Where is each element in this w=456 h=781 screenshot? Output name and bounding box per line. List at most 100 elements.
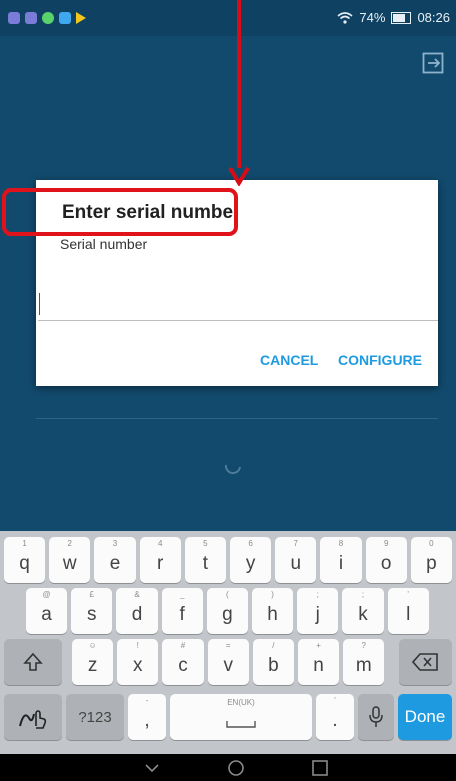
notification-icons xyxy=(8,12,86,24)
key-e[interactable]: 3e xyxy=(94,537,136,583)
key-hint: ☺ xyxy=(88,641,97,650)
backspace-key[interactable] xyxy=(399,639,452,685)
key-hint: - xyxy=(145,696,149,705)
key-y[interactable]: 6y xyxy=(230,537,272,583)
key-n[interactable]: + n xyxy=(298,639,340,685)
key-hint: 5 xyxy=(203,539,208,548)
recents-icon[interactable] xyxy=(310,758,330,778)
key-k[interactable]: ; k xyxy=(342,588,384,634)
key-w[interactable]: 2w xyxy=(49,537,91,583)
key-label: i xyxy=(338,553,344,574)
period-key[interactable]: ' . xyxy=(316,694,354,740)
shift-key[interactable] xyxy=(4,639,62,685)
key-hint: 9 xyxy=(383,539,389,548)
key-hint: ( xyxy=(226,590,229,599)
key-hint: + xyxy=(316,641,321,650)
key-d[interactable]: & d xyxy=(116,588,158,634)
key-i[interactable]: 8i xyxy=(320,537,362,583)
key-g[interactable]: (g xyxy=(206,588,248,634)
key-label: z xyxy=(87,655,98,676)
annotation-highlight-box xyxy=(2,188,238,236)
key-hint: 6 xyxy=(248,539,253,548)
key-j[interactable]: ; j xyxy=(297,588,339,634)
battery-percentage: 74% xyxy=(359,10,386,25)
key-label: t xyxy=(202,553,209,574)
notification-app-icon xyxy=(8,12,20,24)
key-label: n xyxy=(313,655,324,676)
navigation-bar xyxy=(0,754,456,781)
key-m[interactable]: ? m xyxy=(343,639,385,685)
key-b[interactable]: / b xyxy=(252,639,294,685)
space-language-label: EN(UK) xyxy=(227,698,255,707)
key-hint: 3 xyxy=(112,539,118,548)
key-v[interactable]: = v xyxy=(207,639,249,685)
symbols-key[interactable]: ?123 xyxy=(66,694,124,740)
key-hint: 2 xyxy=(67,539,72,548)
keyboard: 1q2w3e4r5t6y7u8i9o0p @ a £ s & d _ f(g) h; j; k ' l … xyxy=(0,531,456,754)
key-label: d xyxy=(131,604,143,625)
back-icon[interactable] xyxy=(142,758,162,778)
key-label: v xyxy=(223,655,233,676)
key-x[interactable]: ! x xyxy=(117,639,159,685)
key-hint: 0 xyxy=(429,539,434,548)
key-label: k xyxy=(358,604,368,625)
key-label: g xyxy=(222,604,233,625)
key-label: r xyxy=(157,553,164,574)
key-o[interactable]: 9o xyxy=(365,537,407,583)
notification-app-icon xyxy=(42,12,54,24)
key-u[interactable]: 7u xyxy=(275,537,317,583)
key-z[interactable]: ☺ z xyxy=(72,639,114,685)
space-key[interactable]: EN(UK) xyxy=(170,694,312,740)
home-icon[interactable] xyxy=(226,758,246,778)
key-h[interactable]: ) h xyxy=(252,588,294,634)
loading-spinner xyxy=(224,464,241,475)
key-hint: # xyxy=(180,641,186,650)
key-label: h xyxy=(267,604,278,625)
voice-input-key[interactable] xyxy=(358,694,394,740)
key-label: c xyxy=(178,655,188,676)
serial-number-label: Serial number xyxy=(60,236,148,252)
key-hint: & xyxy=(134,590,140,599)
key-f[interactable]: _ f xyxy=(161,588,203,634)
swype-key[interactable] xyxy=(4,694,62,740)
key-s[interactable]: £ s xyxy=(71,588,113,634)
swype-icon xyxy=(19,710,47,729)
key-hint: @ xyxy=(42,590,51,599)
comma-key[interactable]: - , xyxy=(128,694,166,740)
clock: 08:26 xyxy=(417,10,450,25)
key-hint: ; xyxy=(316,590,319,599)
key-label: . xyxy=(332,710,338,731)
key-hint: ' xyxy=(407,590,409,599)
key-p[interactable]: 0p xyxy=(410,537,452,583)
key-hint: 7 xyxy=(293,539,298,548)
backspace-icon xyxy=(412,653,438,671)
notification-app-icon xyxy=(59,12,71,24)
key-hint: ? xyxy=(361,641,366,650)
key-t[interactable]: 5t xyxy=(184,537,226,583)
key-r[interactable]: 4r xyxy=(139,537,181,583)
key-c[interactable]: # c xyxy=(162,639,204,685)
symbols-label: ?123 xyxy=(78,709,112,726)
key-label: a xyxy=(41,604,52,625)
serial-number-input[interactable] xyxy=(38,292,438,321)
key-label: , xyxy=(144,710,150,731)
key-a[interactable]: @ a xyxy=(26,588,68,634)
key-hint: £ xyxy=(89,590,94,599)
key-label: y xyxy=(245,553,256,574)
play-store-icon xyxy=(76,12,86,24)
key-label: x xyxy=(133,655,143,676)
notification-app-icon xyxy=(25,12,37,24)
logout-icon[interactable] xyxy=(422,52,444,74)
key-label: w xyxy=(62,553,77,574)
key-l[interactable]: ' l xyxy=(387,588,429,634)
key-label: m xyxy=(355,655,372,676)
configure-button[interactable]: CONFIGURE xyxy=(338,352,422,368)
key-label: e xyxy=(109,553,121,574)
space-icon xyxy=(226,721,256,728)
key-hint: ; xyxy=(361,590,365,599)
key-q[interactable]: 1q xyxy=(4,537,46,583)
cancel-button[interactable]: CANCEL xyxy=(260,352,318,368)
done-key[interactable]: Done xyxy=(398,694,452,740)
key-label: q xyxy=(19,553,30,574)
key-label: f xyxy=(179,604,185,625)
